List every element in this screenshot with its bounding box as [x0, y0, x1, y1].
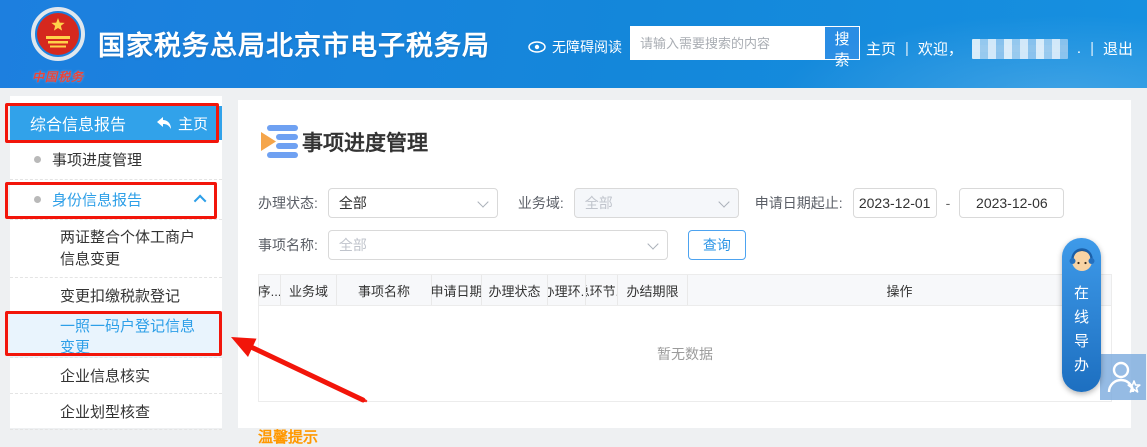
tax-bureau-logo: 中国税务: [20, 6, 96, 85]
masked-username: [972, 39, 1068, 59]
sidebar-item-label: 企业划型核查: [60, 401, 150, 422]
domain-select-value: 全部: [585, 193, 613, 213]
table-empty-state: 暂无数据: [259, 305, 1111, 401]
sidebar-home-link[interactable]: 主页: [156, 113, 208, 134]
nav-divider: |: [1090, 40, 1094, 57]
col-header-current-step: 办理环...: [548, 275, 586, 305]
status-select-value: 全部: [339, 193, 367, 213]
filter-form: 办理状态: 全部 业务域: 全部 申请日期起止: - 事项名称: 全部 查询: [258, 188, 1111, 260]
site-title: 国家税务总局北京市电子税务局: [98, 24, 490, 63]
back-arrow-icon: [156, 116, 172, 130]
empty-data-text: 暂无数据: [657, 344, 713, 364]
nav-divider: |: [905, 40, 909, 57]
tips-title: 温馨提示: [258, 426, 1111, 447]
status-select[interactable]: 全部: [328, 188, 498, 218]
col-header-total-steps: 总环节...: [586, 275, 618, 305]
online-guide-label: 在线导办: [1074, 282, 1090, 378]
top-header: 中国税务 国家税务总局北京市电子税务局 无障碍阅读 搜索 主页 | 欢迎， . …: [0, 0, 1147, 88]
home-link[interactable]: 主页: [866, 38, 896, 59]
results-table: 序... 业务域 事项名称 申请日期 办理状态 办理环... 总环节... 办结…: [258, 274, 1112, 402]
sidebar-item-withholding-change[interactable]: 变更扣缴税款登记: [10, 278, 222, 314]
col-header-index: 序...: [259, 275, 281, 305]
chevron-down-icon: [477, 196, 488, 207]
sidebar-item-identity-info-report[interactable]: 身份信息报告: [10, 180, 222, 220]
national-emblem-icon: [30, 6, 86, 62]
online-guide-widget[interactable]: 在线导办: [1062, 238, 1101, 392]
page-title-row: 事项进度管理: [258, 122, 1111, 162]
search-input[interactable]: [631, 27, 825, 59]
list-play-icon: [258, 122, 300, 162]
logout-link[interactable]: 退出: [1103, 38, 1133, 59]
col-header-apply-date: 申请日期: [432, 275, 482, 305]
welcome-suffix: .: [1077, 40, 1081, 57]
sidebar-item-progress-management[interactable]: 事项进度管理: [10, 140, 222, 180]
header-nav: 主页 | 欢迎， . | 退出: [866, 38, 1133, 59]
sidebar-item-one-license-one-code-change[interactable]: 一照一码户登记信息变更: [10, 314, 222, 358]
chevron-down-icon: [718, 196, 729, 207]
chevron-down-icon: [647, 238, 658, 249]
member-floating-button[interactable]: [1100, 354, 1146, 400]
sidebar-item-enterprise-info-verify[interactable]: 企业信息核实: [10, 358, 222, 394]
sidebar-title: 综合信息报告: [30, 111, 126, 135]
date-range-separator: -: [946, 195, 951, 211]
page-title: 事项进度管理: [302, 127, 428, 157]
query-button[interactable]: 查询: [688, 230, 746, 260]
sidebar-item-label: 企业信息核实: [60, 365, 150, 386]
filter-row-2: 事项名称: 全部 查询: [258, 230, 1111, 260]
sidebar-item-two-cert-merge[interactable]: 两证整合个体工商户信息变更: [10, 220, 222, 278]
domain-filter-label: 业务域:: [518, 193, 564, 213]
matter-name-label: 事项名称:: [258, 235, 318, 255]
filter-row-1: 办理状态: 全部 业务域: 全部 申请日期起止: -: [258, 188, 1111, 218]
welcome-text: 欢迎，: [918, 38, 963, 59]
sidebar-home-label: 主页: [178, 113, 208, 134]
col-header-deadline: 办结期限: [618, 275, 688, 305]
date-to-input[interactable]: [959, 188, 1064, 218]
chevron-up-icon: [194, 195, 207, 208]
matter-name-value: 全部: [339, 235, 367, 255]
sidebar: 综合信息报告 主页 事项进度管理 身份信息报告 两证整合个体工商户信息变更 变更…: [10, 96, 222, 428]
sidebar-item-label: 身份信息报告: [52, 189, 142, 210]
header-search: 搜索: [630, 26, 860, 60]
sidebar-item-label: 事项进度管理: [52, 149, 142, 170]
search-button[interactable]: 搜索: [825, 27, 859, 59]
date-from-input[interactable]: [853, 188, 937, 218]
accessibility-link[interactable]: 无障碍阅读: [528, 37, 622, 57]
customer-service-avatar: [1067, 245, 1097, 275]
sidebar-item-label: 两证整合个体工商户信息变更: [60, 227, 208, 271]
col-header-status: 办理状态: [482, 275, 548, 305]
col-header-business-domain: 业务域: [281, 275, 337, 305]
sidebar-item-label: 一照一码户登记信息变更: [60, 315, 208, 357]
date-range-label: 申请日期起止:: [755, 193, 843, 213]
domain-select[interactable]: 全部: [574, 188, 739, 218]
logo-caption: 中国税务: [20, 68, 96, 85]
status-filter-label: 办理状态:: [258, 193, 318, 213]
col-header-actions: 操作: [688, 275, 1111, 305]
bullet-icon: [34, 156, 41, 163]
matter-name-select[interactable]: 全部: [328, 230, 668, 260]
sidebar-item-label: 变更扣缴税款登记: [60, 285, 180, 306]
accessibility-label: 无障碍阅读: [552, 37, 622, 57]
bullet-icon: [34, 196, 41, 203]
main-panel: 事项进度管理 办理状态: 全部 业务域: 全部 申请日期起止: - 事项名称: …: [238, 100, 1131, 428]
table-header-row: 序... 业务域 事项名称 申请日期 办理状态 办理环... 总环节... 办结…: [259, 275, 1111, 305]
eye-icon: [528, 41, 546, 53]
sidebar-header: 综合信息报告 主页: [10, 106, 222, 140]
sidebar-item-enterprise-type-check[interactable]: 企业划型核查: [10, 394, 222, 430]
col-header-matter-name: 事项名称: [337, 275, 432, 305]
person-star-icon: [1100, 354, 1146, 400]
